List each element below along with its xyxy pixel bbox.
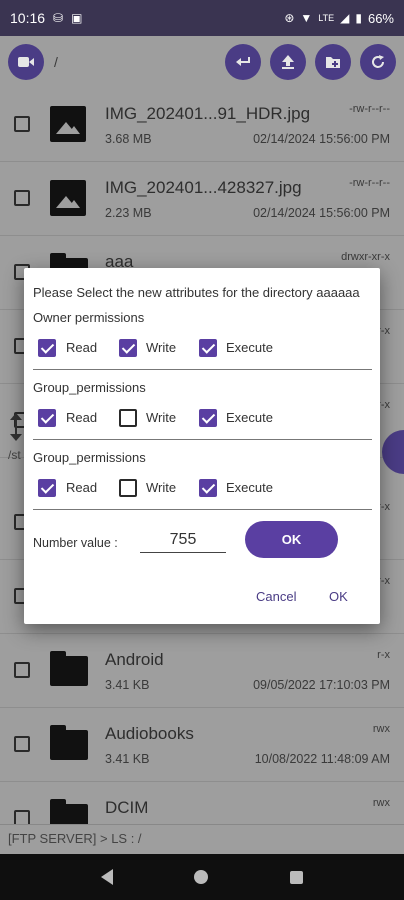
file-row[interactable]: IMG_202401...428327.jpg 2.23 MB -rw-r--r… bbox=[0, 162, 404, 236]
folder-icon bbox=[50, 799, 88, 824]
file-permissions: -rw-r--r-- bbox=[349, 103, 390, 115]
divider bbox=[33, 439, 372, 440]
image-icon bbox=[50, 106, 86, 142]
current-path: / bbox=[54, 54, 58, 70]
hotspot-icon: ⊛ bbox=[284, 11, 295, 25]
file-size: 2.23 MB bbox=[105, 206, 152, 220]
vertical-arrows-icon bbox=[10, 413, 22, 441]
other-permissions-label: Group_permissions bbox=[33, 450, 146, 465]
file-permissions: rwx bbox=[372, 797, 390, 809]
file-name: IMG_202401...91_HDR.jpg bbox=[105, 104, 311, 123]
write-label: Write bbox=[146, 340, 177, 355]
back-button[interactable] bbox=[225, 44, 261, 80]
file-permissions: -rw-r--r-- bbox=[349, 177, 390, 189]
notification-icon: ▣ bbox=[71, 11, 83, 25]
file-permissions: r-x bbox=[377, 649, 390, 661]
divider bbox=[33, 369, 372, 370]
read-label: Read bbox=[66, 410, 98, 425]
group-execute-checkbox[interactable] bbox=[199, 409, 217, 427]
system-nav-bar bbox=[0, 854, 404, 900]
row-checkbox[interactable] bbox=[14, 662, 30, 678]
file-size: 3.41 KB bbox=[105, 752, 150, 766]
file-row[interactable]: IMG_202401...91_HDR.jpg 3.68 MB -rw-r--r… bbox=[0, 88, 404, 162]
return-icon bbox=[236, 57, 250, 66]
file-size: 3.68 MB bbox=[105, 132, 152, 146]
nav-home-icon[interactable] bbox=[194, 870, 209, 884]
apply-number-button[interactable]: OK bbox=[245, 521, 338, 558]
folder-icon bbox=[50, 651, 88, 686]
owner-write-checkbox[interactable] bbox=[119, 339, 137, 357]
dialog-title: Please Select the new attributes for the… bbox=[33, 285, 360, 300]
group-read-checkbox[interactable] bbox=[38, 409, 56, 427]
database-icon: ⛁ bbox=[53, 11, 64, 25]
path-fragment: /st bbox=[8, 448, 21, 462]
group-permissions-row: Read Write Execute bbox=[33, 408, 373, 430]
owner-execute-checkbox[interactable] bbox=[199, 339, 217, 357]
row-checkbox[interactable] bbox=[14, 190, 30, 206]
execute-label: Execute bbox=[226, 410, 273, 425]
file-size: 3.41 KB bbox=[105, 678, 150, 692]
number-value-input[interactable] bbox=[140, 527, 226, 553]
cancel-button[interactable]: Cancel bbox=[256, 589, 296, 604]
nav-back-icon[interactable] bbox=[100, 869, 113, 885]
other-read-checkbox[interactable] bbox=[38, 479, 56, 497]
status-time: 10:16 bbox=[10, 10, 46, 26]
signal-icon: ◢ bbox=[340, 11, 350, 25]
file-row[interactable]: DCIM rwx bbox=[0, 782, 404, 824]
file-date: 10/08/2022 11:48:09 AM bbox=[254, 752, 390, 766]
owner-permissions-row: Read Write Execute bbox=[33, 338, 373, 360]
other-write-checkbox[interactable] bbox=[119, 479, 137, 497]
status-bar: 10:16 ⛁ ▣ ⊛ ▼ LTE ◢ ▮ 66% bbox=[0, 0, 404, 36]
file-name: Android bbox=[105, 650, 164, 669]
refresh-icon bbox=[372, 55, 384, 68]
battery-level: 66% bbox=[367, 10, 394, 26]
owner-permissions-label: Owner permissions bbox=[33, 310, 145, 325]
row-checkbox[interactable] bbox=[14, 116, 30, 132]
battery-icon: ▮ bbox=[355, 11, 362, 25]
group-write-checkbox[interactable] bbox=[119, 409, 137, 427]
network-label: LTE bbox=[318, 13, 335, 23]
divider bbox=[33, 509, 372, 510]
video-icon bbox=[18, 57, 34, 67]
toolbar: / bbox=[0, 36, 404, 88]
folder-add-icon bbox=[326, 57, 340, 68]
folder-icon bbox=[50, 725, 88, 760]
number-value-label: Number value : bbox=[33, 536, 118, 550]
device-switch-button[interactable] bbox=[8, 44, 44, 80]
file-date: 02/14/2024 15:56:00 PM bbox=[253, 132, 390, 146]
upload-button[interactable] bbox=[270, 44, 306, 80]
write-label: Write bbox=[146, 410, 177, 425]
file-date: 02/14/2024 15:56:00 PM bbox=[253, 206, 390, 220]
file-name: IMG_202401...428327.jpg bbox=[105, 178, 302, 197]
other-execute-checkbox[interactable] bbox=[199, 479, 217, 497]
owner-read-checkbox[interactable] bbox=[38, 339, 56, 357]
write-label: Write bbox=[146, 480, 177, 495]
row-checkbox[interactable] bbox=[14, 736, 30, 752]
new-folder-button[interactable] bbox=[315, 44, 351, 80]
file-row[interactable]: Audiobooks 3.41 KB rwx 10/08/2022 11:48:… bbox=[0, 708, 404, 782]
nav-recents-icon[interactable] bbox=[290, 870, 304, 884]
read-label: Read bbox=[66, 480, 98, 495]
file-permissions: drwxr-xr-x bbox=[341, 251, 390, 263]
file-name: DCIM bbox=[105, 798, 149, 817]
terminal-output: [FTP SERVER] > LS : / bbox=[0, 824, 404, 854]
row-checkbox[interactable] bbox=[14, 810, 30, 824]
upload-icon bbox=[282, 55, 294, 69]
file-date: 09/05/2022 17:10:03 PM bbox=[253, 678, 390, 692]
refresh-button[interactable] bbox=[360, 44, 396, 80]
group-permissions-label: Group_permissions bbox=[33, 380, 146, 395]
wifi-icon: ▼ bbox=[300, 11, 313, 25]
other-permissions-row: Read Write Execute bbox=[33, 478, 373, 500]
image-icon bbox=[50, 180, 86, 216]
permissions-dialog: Please Select the new attributes for the… bbox=[24, 268, 380, 624]
execute-label: Execute bbox=[226, 480, 273, 495]
read-label: Read bbox=[66, 340, 98, 355]
execute-label: Execute bbox=[226, 340, 273, 355]
file-row[interactable]: Android 3.41 KB r-x 09/05/2022 17:10:03 … bbox=[0, 634, 404, 708]
ok-button[interactable]: OK bbox=[329, 589, 348, 604]
file-permissions: rwx bbox=[372, 723, 390, 735]
file-name: Audiobooks bbox=[105, 724, 194, 743]
